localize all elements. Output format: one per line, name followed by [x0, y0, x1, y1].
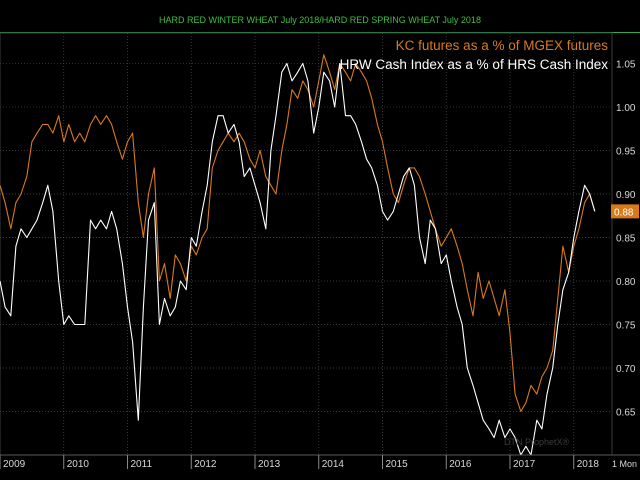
x-tick-label: 2015 [386, 459, 409, 470]
plot-frame [0, 32, 613, 456]
y-tick-label: 0.70 [616, 364, 636, 375]
series-line-kc-futures [0, 54, 596, 413]
x-tick-label: 2010 [67, 459, 90, 470]
chart-plot[interactable]: 0.65 0.70 0.75 0.80 0.85 0.90 0.95 1.00 1.05 200… [0, 0, 640, 480]
grid-lines [0, 32, 613, 456]
x-tick-label: 2011 [131, 459, 153, 470]
x-tick-label: 2016 [449, 459, 472, 470]
legend-hrw-cash: HRW Cash Index as a % of HRS Cash Index [339, 57, 608, 72]
x-tick-label: 2012 [194, 459, 217, 470]
x-axis-band [0, 455, 640, 480]
x-tick-label: 2009 [3, 459, 26, 470]
y-tick-label: 0.85 [616, 233, 636, 244]
watermark: DTN ProphetX® [504, 437, 570, 447]
x-axis: 2009 2010 2011 2012 2013 2014 2015 2016 2017 2018 [0, 454, 640, 480]
x-tick-label: 2013 [258, 459, 281, 470]
y-axis: 0.65 0.70 0.75 0.80 0.85 0.90 0.95 1.00 1.05 [616, 59, 636, 418]
last-value-label: 0.88 [614, 207, 634, 218]
legend-kc-futures: KC futures as a % of MGEX futures [395, 38, 608, 53]
x-tick-label: 2017 [513, 459, 536, 470]
y-tick-label: 0.65 [616, 407, 636, 418]
y-tick-label: 0.75 [616, 320, 636, 331]
y-tick-label: 0.95 [616, 146, 636, 157]
period-selector[interactable]: 1 Mon [612, 459, 637, 469]
x-tick-label: 2018 [577, 459, 600, 470]
last-value-badge: 0.88 [611, 204, 639, 219]
series-lines [0, 54, 596, 456]
y-tick-label: 0.90 [616, 190, 636, 201]
x-tick-label: 2014 [322, 459, 345, 470]
y-tick-label: 1.05 [616, 59, 636, 70]
y-tick-label: 1.00 [616, 103, 636, 114]
y-tick-label: 0.80 [616, 277, 636, 288]
series-line-hrw-cash [0, 62, 596, 456]
